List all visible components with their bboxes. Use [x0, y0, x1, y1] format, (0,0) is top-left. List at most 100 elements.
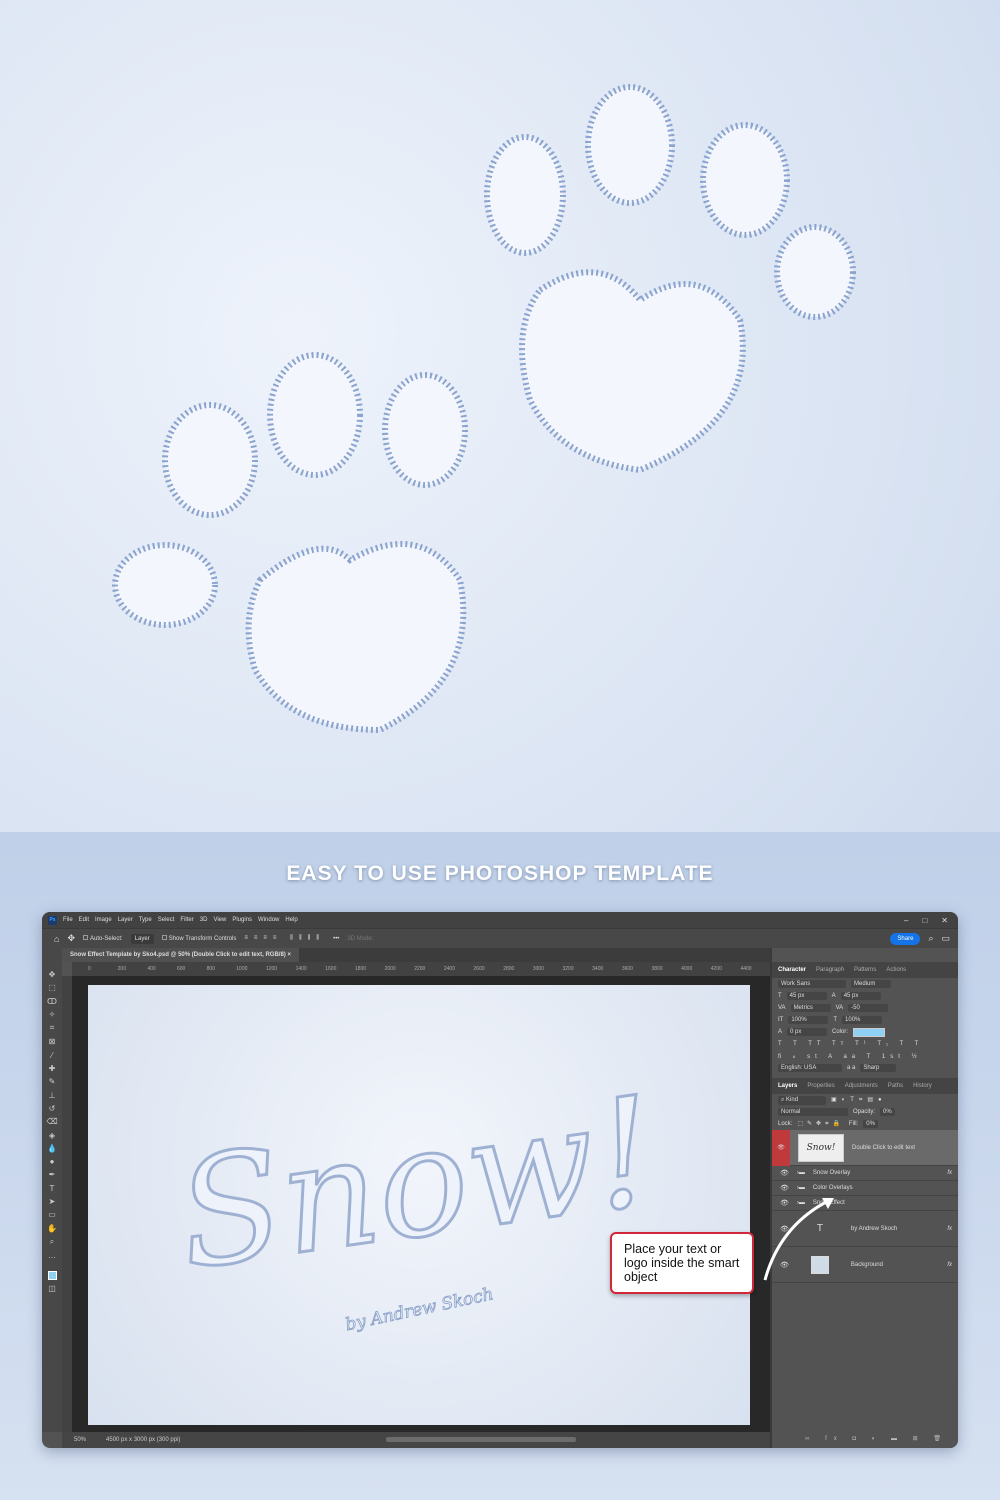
zoom-tool-icon[interactable]: ⌕ [50, 1237, 54, 1247]
zoom-level[interactable]: 50% [74, 1437, 86, 1443]
opentype-buttons[interactable]: ﬁ ℴ st A aa T 1st ½ [772, 1050, 958, 1062]
language-select[interactable]: English: USA [778, 1064, 842, 1072]
workspace-icon[interactable]: ▭ [941, 933, 958, 944]
shape-tool-icon[interactable]: ▭ [48, 1210, 56, 1219]
menu-file[interactable]: File [63, 917, 73, 923]
menu-type[interactable]: Type [139, 917, 152, 923]
home-icon[interactable]: ⌂ [54, 934, 59, 944]
blur-tool-icon[interactable]: 💧 [47, 1144, 57, 1153]
snow-paw-prints-image [0, 0, 1000, 832]
menu-3d[interactable]: 3D [200, 917, 208, 923]
font-style-select[interactable]: Medium [851, 980, 891, 988]
lasso-tool-icon[interactable]: ↀ [47, 997, 57, 1006]
document-canvas[interactable]: Snow! by Andrew Skoch [88, 985, 750, 1425]
menu-window[interactable]: Window [258, 917, 279, 923]
tab-character[interactable]: Character [778, 967, 806, 973]
more-icon[interactable]: ••• [333, 936, 339, 942]
smart-object-thumbnail: Snow! [798, 1133, 844, 1162]
menu-view[interactable]: View [213, 917, 226, 923]
font-family-select[interactable]: Work Sans [778, 980, 846, 988]
ruler-tick-label: 3800 [651, 966, 663, 972]
pen-tool-icon[interactable]: ✒ [49, 1170, 56, 1179]
tab-paragraph[interactable]: Paragraph [816, 967, 844, 973]
stamp-tool-icon[interactable]: ⊥ [49, 1091, 56, 1100]
tab-actions[interactable]: Actions [886, 967, 906, 973]
vertical-scale-field[interactable]: 100% [788, 1016, 829, 1024]
move-tool-icon[interactable]: ✥ [67, 933, 75, 944]
type-style-buttons[interactable]: T T TT Tт T¹ T₁ T T [772, 1038, 958, 1050]
text-color-swatch[interactable] [853, 1027, 886, 1037]
healing-brush-icon[interactable]: ✚ [49, 1064, 56, 1073]
vscale-icon: IT [778, 1017, 784, 1023]
menu-filter[interactable]: Filter [180, 917, 193, 923]
magic-wand-icon[interactable]: ✧ [49, 1010, 56, 1019]
search-icon[interactable]: ⌕ [928, 933, 933, 944]
dodge-tool-icon[interactable]: ● [50, 1157, 55, 1166]
layers-footer-icons[interactable]: ∞ fx ◘ ◐ ▬ ⊞ 🗑 [805, 1435, 948, 1442]
visibility-eye-icon[interactable]: 👁 [780, 1169, 789, 1177]
menu-plugins[interactable]: Plugins [232, 917, 252, 923]
layers-panel-tabs: Layers Properties Adjustments Paths Hist… [772, 1078, 958, 1094]
brush-tool-icon[interactable]: ✎ [49, 1077, 56, 1086]
close-button[interactable]: ✕ [941, 916, 948, 925]
menu-layer[interactable]: Layer [118, 917, 133, 923]
path-select-icon[interactable]: ➤ [49, 1197, 56, 1206]
menu-help[interactable]: Help [285, 917, 297, 923]
eraser-icon[interactable]: ⌫ [46, 1117, 57, 1126]
document-tab[interactable]: Snow Effect Template by Sko4.psd @ 50% (… [62, 948, 299, 962]
tab-layers[interactable]: Layers [778, 1083, 797, 1089]
tab-patterns[interactable]: Patterns [854, 967, 876, 973]
move-tool-icon[interactable]: ✥ [49, 970, 56, 979]
eyedropper-icon[interactable]: ⁄ [51, 1051, 52, 1060]
fill-field[interactable]: 0% [863, 1120, 878, 1128]
tab-history[interactable]: History [913, 1083, 932, 1089]
antialias-select[interactable]: Sharp [860, 1064, 897, 1072]
hand-tool-icon[interactable]: ✋ [47, 1224, 57, 1233]
frame-tool-icon[interactable]: ⊠ [49, 1037, 56, 1046]
horizontal-scrollbar[interactable] [386, 1437, 576, 1442]
ruler-tick-label: 4400 [740, 966, 752, 972]
maximize-button[interactable]: □ [922, 916, 927, 925]
share-button[interactable]: Share [890, 932, 921, 945]
tab-paths[interactable]: Paths [888, 1083, 903, 1089]
blend-mode-select[interactable]: Normal [778, 1108, 848, 1116]
foreground-color-swatch[interactable] [47, 1270, 57, 1280]
paw-toe [585, 84, 675, 206]
kind-filter[interactable]: ⌕ Kind [778, 1095, 826, 1105]
minimize-button[interactable]: – [904, 916, 908, 925]
visibility-eye-icon[interactable]: 👁 [772, 1129, 790, 1166]
menu-image[interactable]: Image [95, 917, 112, 923]
visibility-eye-icon[interactable]: 👁 [780, 1184, 789, 1192]
baseline-field[interactable]: 0 px [787, 1028, 828, 1036]
marquee-tool-icon[interactable]: ⬚ [48, 983, 56, 992]
tab-adjustments[interactable]: Adjustments [845, 1083, 878, 1089]
more-tools-icon[interactable]: … [48, 1251, 56, 1260]
menu-select[interactable]: Select [158, 917, 175, 923]
headline: EASY TO USE PHOTOSHOP TEMPLATE [286, 862, 714, 885]
color-label: Color: [832, 1029, 849, 1035]
history-brush-icon[interactable]: ↺ [49, 1104, 56, 1113]
tracking-field[interactable]: -50 [848, 1004, 889, 1012]
opacity-field[interactable]: 0% [880, 1108, 895, 1116]
quick-mask-icon[interactable]: ◫ [48, 1284, 56, 1293]
show-transform-checkbox[interactable]: Show Transform Controls [161, 935, 236, 942]
menu-edit[interactable]: Edit [79, 917, 89, 923]
tab-properties[interactable]: Properties [807, 1083, 834, 1089]
kerning-field[interactable]: Metrics [790, 1004, 831, 1012]
font-size-field[interactable]: 45 px [786, 992, 827, 1000]
layer-row-group[interactable]: 👁 ›▬ Snow Overlay fx [772, 1166, 958, 1181]
horizontal-scale-field[interactable]: 100% [842, 1016, 883, 1024]
layer-dropdown[interactable]: Layer [130, 933, 154, 944]
align-icons[interactable]: ≡≡≡≡ ⫼⫼⫼⫼ [244, 935, 325, 942]
bucket-icon[interactable]: ◈ [49, 1131, 55, 1140]
type-tool-icon[interactable]: T [50, 1184, 55, 1193]
layer-row-smart-object[interactable]: 👁 Snow! Double Click to edit text [772, 1129, 958, 1166]
layer-name: Snow Overlay [812, 1170, 851, 1176]
filter-icons[interactable]: ▣◐T⌗▤● [831, 1096, 887, 1104]
lock-icons[interactable]: ⬚✎✥⌗🔒 [797, 1120, 844, 1128]
close-tab-icon[interactable]: × [287, 952, 291, 958]
layer-row-group[interactable]: 👁 ›▬ Color Overlays [772, 1181, 958, 1196]
leading-field[interactable]: 45 px [840, 992, 881, 1000]
crop-tool-icon[interactable]: ⌗ [50, 1023, 55, 1033]
auto-select-checkbox[interactable]: Auto-Select: [82, 935, 123, 942]
